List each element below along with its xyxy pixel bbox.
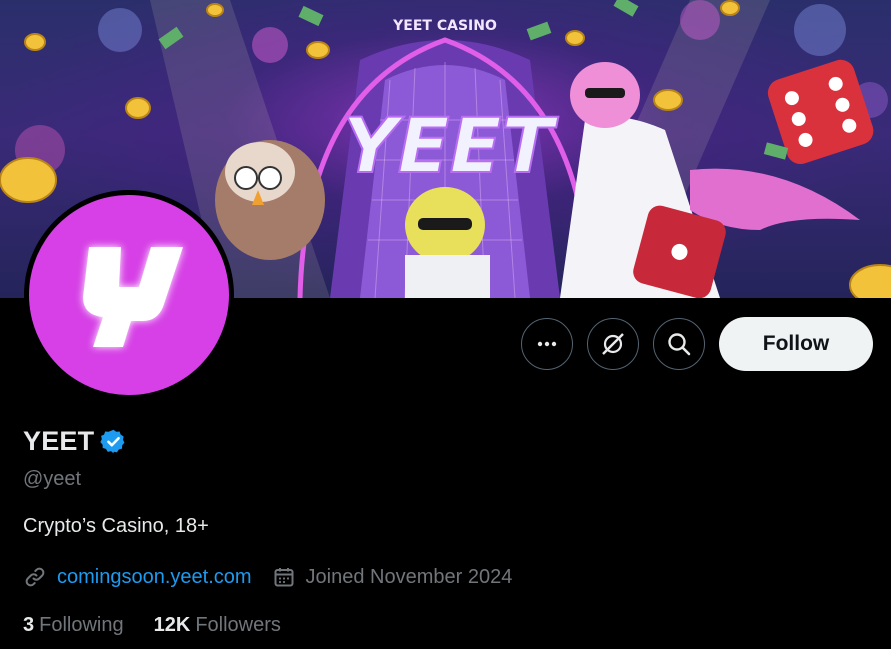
banner-sign-text: YEET bbox=[343, 101, 559, 190]
profile-handle: @yeet bbox=[23, 468, 82, 490]
display-name: YEET bbox=[23, 426, 95, 456]
link-icon bbox=[25, 567, 45, 587]
avatar-image bbox=[29, 195, 229, 395]
followers-label: Followers bbox=[195, 614, 281, 636]
search-button[interactable] bbox=[653, 318, 705, 370]
verified-badge-icon[interactable] bbox=[100, 428, 127, 455]
profile-avatar[interactable] bbox=[24, 190, 234, 400]
following-count: 3 bbox=[23, 614, 35, 636]
more-button[interactable] bbox=[521, 318, 573, 370]
building-sign-text: YEET CASINO bbox=[392, 18, 497, 34]
followers-count: 12K bbox=[153, 614, 191, 636]
following-link[interactable]: 3 Following bbox=[23, 614, 124, 637]
profile-stats: 3 Following 12K Followers bbox=[23, 614, 281, 637]
joined-date: Joined November 2024 bbox=[305, 565, 513, 588]
calendar-icon bbox=[274, 568, 294, 587]
profile-bio: Crypto’s Casino, 18+ bbox=[23, 515, 209, 537]
grok-button[interactable] bbox=[587, 318, 639, 370]
more-dots-icon bbox=[537, 341, 557, 347]
profile-name-row: YEET bbox=[23, 426, 127, 457]
follow-button[interactable]: Follow bbox=[719, 317, 873, 371]
followers-link[interactable]: 12K Followers bbox=[154, 614, 281, 637]
grok-icon bbox=[602, 333, 624, 355]
search-icon bbox=[668, 333, 691, 356]
website-link[interactable]: comingsoon.yeet.com bbox=[57, 566, 252, 589]
following-label: Following bbox=[39, 614, 124, 636]
profile-meta: comingsoon.yeet.com Joined November 2024 bbox=[23, 565, 512, 589]
yeet-logo-icon bbox=[83, 247, 183, 347]
